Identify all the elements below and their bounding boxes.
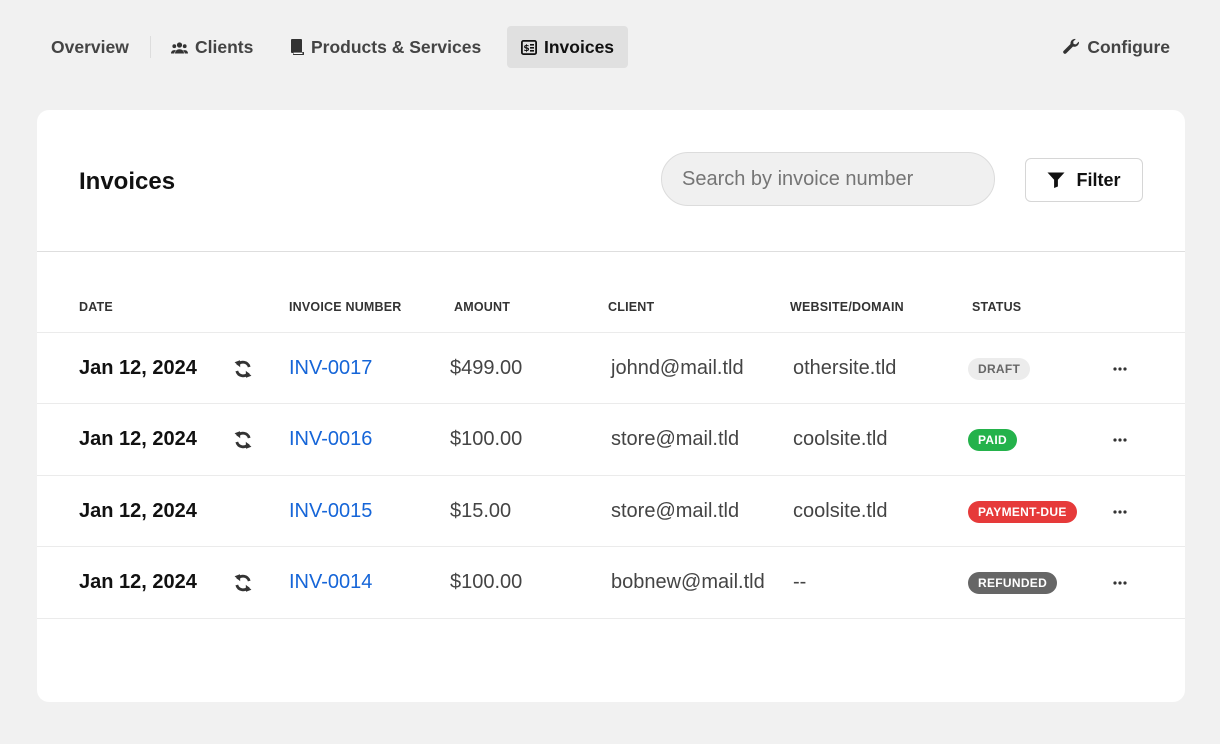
nav-products-label: Products & Services (311, 36, 482, 57)
wrench-icon (1062, 38, 1080, 56)
invoice-client: bobnew@mail.tld (611, 571, 765, 593)
table-row[interactable]: Jan 12, 2024 INV-0017 $499.00 johnd@mail… (37, 332, 1185, 404)
more-horizontal-icon[interactable] (1113, 547, 1127, 618)
column-header-website[interactable]: WEBSITE/DOMAIN (790, 300, 904, 314)
status-badge: PAYMENT-DUE (968, 500, 1077, 523)
top-navigation: Overview Clients Products & Services $ I… (37, 26, 1184, 68)
nav-clients[interactable]: Clients (171, 26, 253, 68)
status-badge: PAID (968, 428, 1017, 451)
search-input[interactable] (661, 152, 995, 206)
invoice-date: Jan 12, 2024 (79, 571, 197, 593)
filter-button[interactable]: Filter (1025, 158, 1143, 202)
header-divider (37, 251, 1185, 252)
nav-invoices[interactable]: $ Invoices (507, 26, 629, 68)
invoices-card: Invoices Filter DATE INVOICE NUMBER AMOU… (37, 110, 1185, 702)
more-horizontal-icon[interactable] (1113, 476, 1127, 547)
invoice-website: coolsite.tld (793, 428, 888, 450)
invoice-website: othersite.tld (793, 357, 897, 379)
page-title: Invoices (79, 168, 176, 195)
column-header-status[interactable]: STATUS (972, 300, 1021, 314)
more-horizontal-icon[interactable] (1113, 404, 1127, 475)
invoice-amount: $499.00 (450, 357, 523, 379)
invoice-date: Jan 12, 2024 (79, 357, 197, 379)
nav-clients-label: Clients (195, 36, 254, 57)
invoice-website: coolsite.tld (793, 500, 888, 522)
invoice-amount: $100.00 (450, 571, 523, 593)
nav-invoices-label: Invoices (544, 36, 615, 57)
refresh-icon (233, 404, 253, 475)
refresh-icon (233, 333, 253, 404)
table-row[interactable]: Jan 12, 2024 INV-0016 $100.00 store@mail… (37, 403, 1185, 475)
invoice-number-link[interactable]: INV-0016 (289, 404, 372, 475)
filter-icon (1047, 172, 1065, 188)
nav-overview[interactable]: Overview (51, 26, 129, 68)
invoice-number-link[interactable]: INV-0017 (289, 333, 372, 404)
column-header-amount[interactable]: AMOUNT (454, 300, 510, 314)
table-row[interactable]: Jan 12, 2024 INV-0014 $100.00 bobnew@mai… (37, 546, 1185, 619)
column-header-date[interactable]: DATE (79, 300, 113, 314)
invoice-number-link[interactable]: INV-0014 (289, 547, 372, 618)
nav-configure-label: Configure (1087, 36, 1170, 57)
invoice-number-link[interactable]: INV-0015 (289, 476, 372, 547)
invoice-amount: $100.00 (450, 428, 523, 450)
nav-products-services[interactable]: Products & Services (291, 26, 481, 68)
invoice-client: store@mail.tld (611, 500, 740, 522)
nav-configure[interactable]: Configure (1062, 26, 1170, 68)
invoice-date: Jan 12, 2024 (79, 500, 197, 522)
more-horizontal-icon[interactable] (1113, 333, 1127, 404)
status-badge: REFUNDED (968, 571, 1058, 594)
invoice-client: johnd@mail.tld (611, 357, 744, 379)
invoice-date: Jan 12, 2024 (79, 428, 197, 450)
invoice-icon: $ (521, 39, 537, 55)
table-row[interactable]: Jan 12, 2024 INV-0015 $15.00 store@mail.… (37, 475, 1185, 547)
column-header-client[interactable]: CLIENT (608, 300, 654, 314)
nav-separator (150, 36, 151, 58)
filter-label: Filter (1076, 169, 1121, 190)
users-icon (171, 41, 188, 54)
svg-text:$: $ (523, 44, 529, 54)
status-badge: DRAFT (968, 357, 1031, 380)
invoice-website: -- (793, 571, 807, 593)
column-header-invoice-number[interactable]: INVOICE NUMBER (289, 300, 402, 314)
book-icon (291, 39, 304, 55)
refresh-icon (233, 547, 253, 618)
invoice-client: store@mail.tld (611, 428, 740, 450)
invoice-amount: $15.00 (450, 500, 512, 522)
nav-overview-label: Overview (51, 36, 129, 57)
